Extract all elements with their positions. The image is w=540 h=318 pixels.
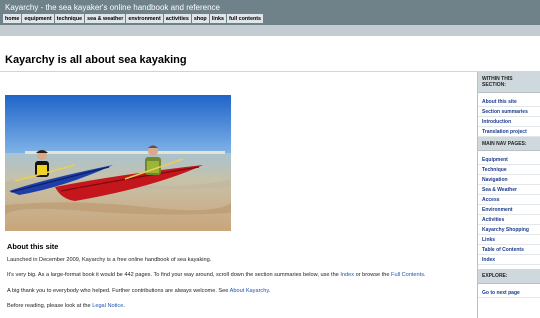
sidebar-item-section-summaries[interactable]: Section summaries [478, 107, 540, 117]
paragraph-size-text-2: or browse the [354, 272, 392, 278]
sidebar-item-table-of-contents[interactable]: Table of Contents [478, 245, 540, 256]
section-heading-about: About this site [7, 242, 59, 251]
nav-environment[interactable]: environment [126, 14, 163, 23]
nav-links[interactable]: links [209, 14, 227, 23]
sidebar-heading-explore: EXPLORE: [478, 269, 540, 284]
nav-sea-weather[interactable]: sea & weather [85, 14, 126, 23]
nav-full-contents[interactable]: full contents [227, 14, 264, 23]
paragraph-launch: Launched in December 2009, Kayarchy is a… [7, 257, 212, 263]
paragraph-legal-text: Before reading, please look at the [7, 303, 93, 309]
paragraph-thanks: A big thank you to everybody who helped.… [7, 288, 270, 294]
paragraph-legal: Before reading, please look at the Legal… [7, 303, 125, 309]
paragraph-size-text: It's very big. As a large-format book it… [7, 272, 341, 278]
about-kayarchy-link[interactable]: About Kayarchy [230, 288, 269, 294]
paragraph-thanks-text: A big thank you to everybody who helped.… [7, 288, 230, 294]
site-title: Kayarchy - the sea kayaker's online hand… [5, 3, 220, 12]
divider [0, 71, 540, 72]
paragraph-size: It's very big. As a large-format book it… [7, 272, 426, 278]
sidebar-item-activities[interactable]: Activities [478, 215, 540, 226]
sidebar-item-about-this-site[interactable]: About this site [478, 97, 540, 107]
nav-technique[interactable]: technique [54, 14, 85, 23]
paragraph-thanks-end: . [268, 288, 271, 294]
hero-photo-kayakers [5, 95, 231, 231]
sidebar-item-technique[interactable]: Technique [478, 165, 540, 176]
sidebar-item-kayarchy-shopping[interactable]: Kayarchy Shopping [478, 225, 540, 236]
sidebar-item-navigation[interactable]: Navigation [478, 175, 540, 186]
sidebar-item-index[interactable]: Index [478, 255, 540, 266]
sidebar-item-equipment[interactable]: Equipment [478, 155, 540, 166]
sidebar-item-sea-weather[interactable]: Sea & Weather [478, 185, 540, 196]
sidebar-item-translation-project[interactable]: Translation project [478, 127, 540, 137]
sidebar-item-access[interactable]: Access [478, 195, 540, 206]
nav-activities[interactable]: activities [163, 14, 191, 23]
nav-equipment[interactable]: equipment [22, 14, 54, 23]
sidebar-item-environment[interactable]: Environment [478, 205, 540, 216]
index-link[interactable]: Index [340, 272, 354, 278]
sidebar-heading-main-nav: MAIN NAV PAGES: [478, 136, 540, 152]
header-band [0, 25, 540, 36]
top-bar: Kayarchy - the sea kayaker's online hand… [0, 0, 540, 25]
nav-shop[interactable]: shop [191, 14, 209, 23]
right-sidebar: WITHIN THIS SECTION: About this site Sec… [477, 72, 540, 318]
sidebar-item-introduction[interactable]: Introduction [478, 117, 540, 127]
legal-notice-link[interactable]: Legal Notice [92, 303, 123, 309]
sidebar-heading-within-section: WITHIN THIS SECTION: [478, 72, 540, 93]
paragraph-size-end: . [424, 272, 426, 278]
top-nav: home equipment technique sea & weather e… [3, 14, 264, 23]
paragraph-legal-end: . [123, 303, 125, 309]
page-title: Kayarchy is all about sea kayaking [5, 54, 187, 66]
full-contents-link[interactable]: Full Contents [391, 272, 424, 278]
sidebar-item-next-page[interactable]: Go to next page [478, 288, 540, 298]
nav-home[interactable]: home [3, 14, 22, 23]
sidebar-item-links[interactable]: Links [478, 235, 540, 246]
